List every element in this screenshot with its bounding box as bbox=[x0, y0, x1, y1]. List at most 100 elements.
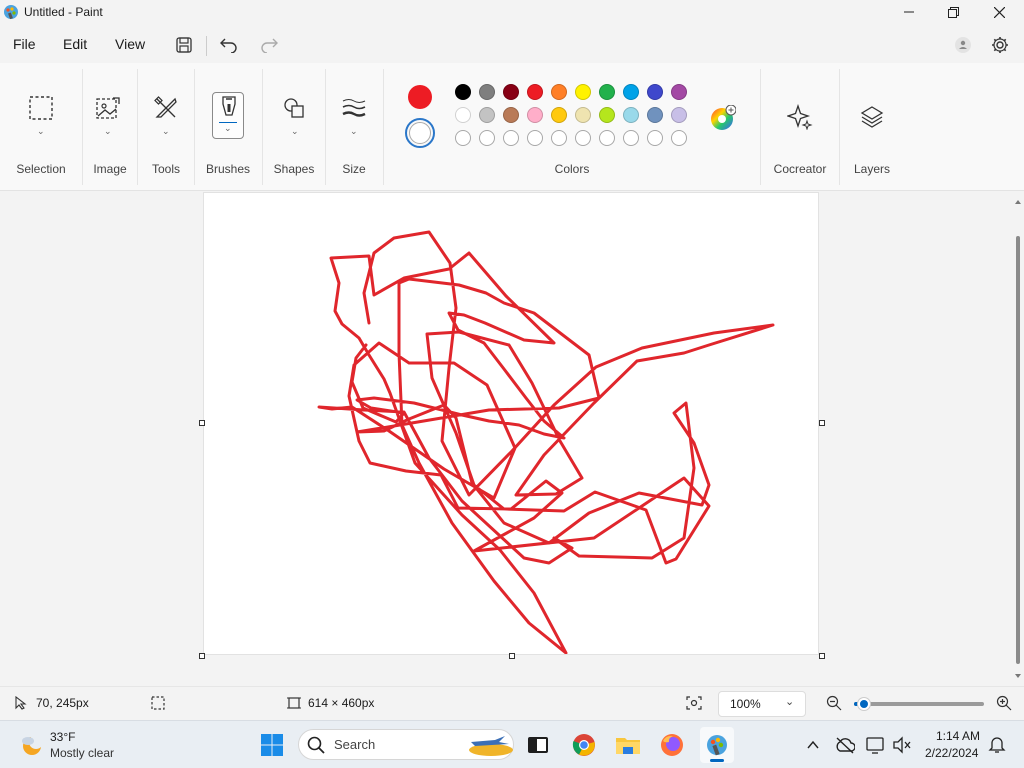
size-group[interactable]: ⌄ Size bbox=[326, 63, 382, 191]
title-bar: Untitled - Paint bbox=[0, 0, 1024, 24]
zoom-out-icon[interactable] bbox=[826, 695, 842, 711]
custom-color-slot[interactable] bbox=[623, 130, 639, 146]
show-hidden-icons-icon[interactable] bbox=[806, 738, 820, 752]
settings-button[interactable] bbox=[987, 32, 1013, 58]
taskbar-paint[interactable] bbox=[700, 727, 734, 763]
tools-group[interactable]: ⌄ Tools bbox=[138, 63, 194, 191]
chevron-down-icon: ⌄ bbox=[104, 126, 112, 136]
taskbar-file-explorer[interactable] bbox=[612, 729, 644, 761]
brushes-button[interactable]: ⌄ bbox=[212, 92, 244, 139]
size-label: Size bbox=[342, 162, 366, 176]
chevron-down-icon: ⌄ bbox=[291, 126, 299, 136]
zoom-in-icon[interactable] bbox=[996, 695, 1012, 711]
custom-color-slot[interactable] bbox=[647, 130, 663, 146]
brushes-group[interactable]: ⌄ Brushes bbox=[195, 63, 261, 191]
taskbar-search[interactable]: Search bbox=[298, 729, 514, 760]
notification-bell-icon[interactable] bbox=[988, 736, 1006, 754]
color-swatch[interactable] bbox=[455, 84, 471, 100]
secondary-color-swatch[interactable] bbox=[405, 118, 435, 148]
resize-handle-bottom[interactable] bbox=[509, 653, 515, 659]
color-swatch[interactable] bbox=[551, 107, 567, 123]
resize-handle-left[interactable] bbox=[199, 420, 205, 426]
taskbar-chrome[interactable] bbox=[568, 729, 600, 761]
zoom-dropdown[interactable]: 100% ⌄ bbox=[718, 691, 806, 717]
custom-color-slot[interactable] bbox=[575, 130, 591, 146]
paint-app-icon bbox=[4, 5, 18, 20]
scrollbar-thumb[interactable] bbox=[1016, 236, 1020, 664]
color-swatch[interactable] bbox=[671, 84, 687, 100]
close-button[interactable] bbox=[976, 0, 1022, 24]
color-swatch[interactable] bbox=[647, 84, 663, 100]
zoom-slider[interactable] bbox=[854, 698, 984, 710]
layers-group[interactable]: Layers bbox=[840, 63, 904, 191]
color-swatch[interactable] bbox=[455, 107, 471, 123]
menu-file[interactable]: File bbox=[13, 36, 36, 52]
color-wheel-icon bbox=[711, 104, 737, 130]
color-swatch[interactable] bbox=[503, 107, 519, 123]
resize-handle-bottom-left[interactable] bbox=[199, 653, 205, 659]
weather-moon-icon bbox=[22, 735, 43, 755]
fit-to-window-icon[interactable] bbox=[686, 696, 702, 710]
vertical-scrollbar[interactable] bbox=[1012, 192, 1024, 686]
color-swatch[interactable] bbox=[623, 107, 639, 123]
network-icon[interactable] bbox=[866, 736, 886, 754]
custom-color-slot[interactable] bbox=[455, 130, 471, 146]
color-swatch[interactable] bbox=[527, 107, 543, 123]
drawing-canvas[interactable] bbox=[204, 193, 818, 655]
search-placeholder: Search bbox=[334, 737, 376, 752]
layers-label: Layers bbox=[853, 162, 891, 176]
shapes-group[interactable]: ⌄ Shapes bbox=[263, 63, 325, 191]
custom-color-slot[interactable] bbox=[551, 130, 567, 146]
shapes-icon bbox=[280, 94, 308, 122]
taskbar-firefox[interactable] bbox=[656, 729, 688, 761]
color-swatch[interactable] bbox=[551, 84, 567, 100]
zoom-slider-thumb[interactable] bbox=[858, 698, 871, 710]
tools-icon bbox=[152, 94, 180, 122]
selection-group[interactable]: ⌄ Selection bbox=[0, 63, 82, 191]
color-swatch[interactable] bbox=[503, 84, 519, 100]
selection-icon bbox=[27, 94, 55, 122]
status-bar: 70, 245px 614 × 460px 100% ⌄ bbox=[0, 686, 1024, 720]
custom-color-slot[interactable] bbox=[527, 130, 543, 146]
account-button[interactable] bbox=[951, 33, 975, 57]
minimize-button[interactable] bbox=[886, 0, 932, 24]
color-swatch[interactable] bbox=[671, 107, 687, 123]
windows-logo-icon bbox=[261, 734, 283, 756]
menu-view[interactable]: View bbox=[115, 36, 145, 52]
redo-button[interactable] bbox=[256, 32, 282, 58]
color-swatch[interactable] bbox=[479, 107, 495, 123]
color-swatch[interactable] bbox=[575, 107, 591, 123]
custom-color-slot[interactable] bbox=[503, 130, 519, 146]
edit-colors-button[interactable] bbox=[710, 104, 737, 131]
image-group[interactable]: ⌄ Image bbox=[83, 63, 137, 191]
menu-edit[interactable]: Edit bbox=[63, 36, 87, 52]
color-swatch[interactable] bbox=[527, 84, 543, 100]
color-swatch[interactable] bbox=[575, 84, 591, 100]
color-swatch[interactable] bbox=[623, 84, 639, 100]
custom-color-slot[interactable] bbox=[599, 130, 615, 146]
tools-label: Tools bbox=[151, 162, 180, 176]
cloud-offline-icon[interactable] bbox=[835, 736, 855, 754]
resize-handle-bottom-right[interactable] bbox=[819, 653, 825, 659]
primary-color-swatch[interactable] bbox=[408, 85, 432, 109]
color-swatch[interactable] bbox=[599, 107, 615, 123]
custom-color-slot[interactable] bbox=[671, 130, 687, 146]
taskbar-terminal[interactable] bbox=[522, 729, 554, 761]
minimize-icon bbox=[904, 11, 914, 13]
volume-muted-icon[interactable] bbox=[892, 736, 912, 754]
color-swatch[interactable] bbox=[599, 84, 615, 100]
scroll-down-icon[interactable] bbox=[1012, 670, 1024, 682]
window-title: Untitled - Paint bbox=[24, 5, 103, 19]
color-swatch[interactable] bbox=[479, 84, 495, 100]
resize-handle-right[interactable] bbox=[819, 420, 825, 426]
scroll-up-icon[interactable] bbox=[1012, 196, 1024, 208]
undo-button[interactable] bbox=[216, 32, 242, 58]
color-swatch[interactable] bbox=[647, 107, 663, 123]
start-button[interactable] bbox=[256, 729, 288, 761]
weather-widget[interactable]: 33°F Mostly clear bbox=[14, 727, 134, 763]
restore-button[interactable] bbox=[930, 0, 976, 24]
custom-color-slot[interactable] bbox=[479, 130, 495, 146]
chevron-down-icon: ⌄ bbox=[37, 126, 45, 136]
save-button[interactable] bbox=[171, 32, 197, 58]
cocreator-group[interactable]: Cocreator bbox=[761, 63, 839, 191]
